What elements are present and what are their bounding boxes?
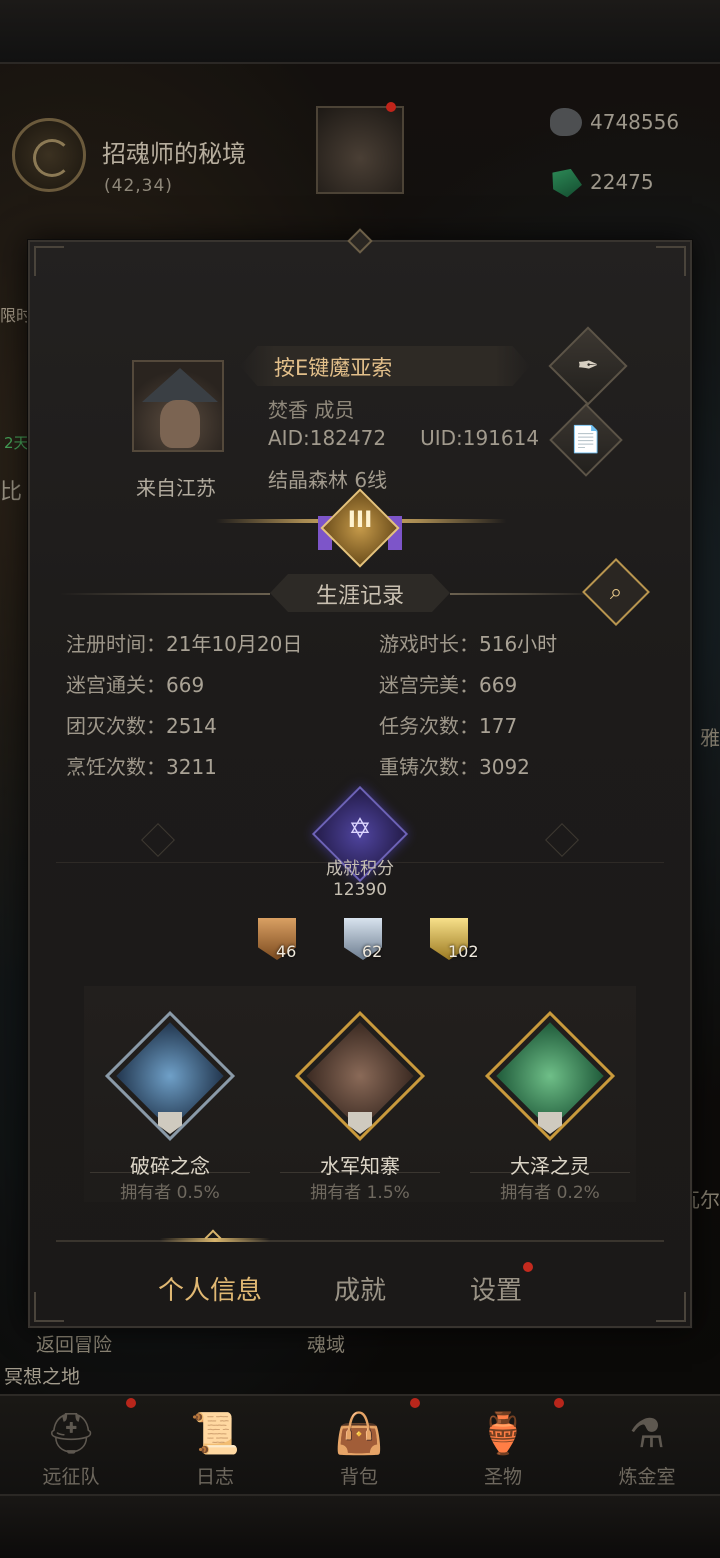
return-adventure-button[interactable]: 返回冒险 <box>36 1330 112 1357</box>
gem-icon <box>546 163 586 200</box>
trophy-owner-rate: 拥有者 0.2% <box>500 1183 600 1203</box>
currency-gem[interactable]: 22475 <box>550 164 690 204</box>
scroll-icon: 📜 <box>190 1411 240 1457</box>
soul-realm-label[interactable]: 魂域 <box>307 1330 345 1357</box>
medal-count: 102 <box>448 942 479 961</box>
player-ids: AID:182472 UID:191614 <box>268 426 539 450</box>
helmet-icon: ⛑ <box>45 1411 97 1457</box>
panel-corner <box>656 1292 686 1322</box>
trophy-shattered-thought[interactable] <box>104 1010 236 1142</box>
magnifier-icon: ⌕ <box>609 579 623 605</box>
nav-label: 背包 <box>339 1466 378 1488</box>
side-label-left[interactable]: 比 <box>0 474 22 506</box>
trophy-marsh-spirit[interactable] <box>484 1010 616 1142</box>
stat-register-date: 注册时间：21年10月20日 <box>66 632 303 656</box>
nav-journal[interactable]: 📜 日志 <box>170 1404 260 1490</box>
stat-maze-perfect: 迷宫完美：669 <box>379 673 518 697</box>
bronze-medal-icon[interactable]: 46 <box>258 918 298 962</box>
nav-expedition[interactable]: ⛑ 远征队 <box>26 1398 136 1490</box>
alchemy-icon: ⚗ <box>629 1411 665 1457</box>
notification-dot <box>410 1398 420 1408</box>
nav-label: 圣物 <box>483 1466 522 1488</box>
quill-icon: ✒ <box>577 351 599 381</box>
tab-settings[interactable]: 设置 <box>470 1270 522 1307</box>
top-frame <box>0 0 720 64</box>
gold-medal-icon[interactable]: 102 <box>430 918 479 962</box>
notification-dot <box>554 1398 564 1408</box>
career-title: 生涯记录 <box>315 584 404 609</box>
nav-alchemy[interactable]: ⚗ 炼金室 <box>602 1404 692 1490</box>
location-coordinates: (42,34) <box>104 176 173 196</box>
player-origin: 来自江苏 <box>136 476 216 500</box>
tabs-divider <box>56 1240 664 1242</box>
gem-amount: 22475 <box>590 170 654 194</box>
side-label-days: 2天 <box>4 434 29 452</box>
tab-personal-info[interactable]: 个人信息 <box>158 1270 262 1307</box>
panel-corner <box>34 246 64 276</box>
achievement-points-label: 成就积分 <box>326 859 394 879</box>
trophy-navy-fortress[interactable] <box>294 1010 426 1142</box>
location-name: 招魂师的秘境 <box>102 140 246 168</box>
rank-numeral: III <box>347 508 373 533</box>
trophy-owner-rate: 拥有者 0.5% <box>120 1183 220 1203</box>
document-icon: 📄 <box>569 425 603 455</box>
stat-team-wipes: 团灭次数：2514 <box>66 714 217 738</box>
nav-label: 炼金室 <box>618 1466 676 1488</box>
medal-count: 46 <box>276 942 297 961</box>
bottom-frame <box>0 1494 720 1558</box>
side-label-right-1[interactable]: 雅 <box>700 722 720 751</box>
trophy-name: 大泽之灵 <box>510 1154 590 1178</box>
triangle-star-icon: ✡ <box>348 812 372 845</box>
stat-quests: 任务次数：177 <box>379 714 518 738</box>
section-divider <box>450 593 600 595</box>
nav-label: 远征队 <box>42 1466 100 1488</box>
achievement-points-value: 12390 <box>332 880 388 900</box>
currency-stone[interactable]: 4748556 <box>550 104 690 144</box>
location-emblem-icon[interactable] <box>12 118 86 192</box>
stat-maze-clears: 迷宫通关：669 <box>66 673 205 697</box>
trophy-owner-rate: 拥有者 1.5% <box>310 1183 410 1203</box>
notification-dot <box>386 102 396 112</box>
section-divider <box>60 593 270 595</box>
stat-play-time: 游戏时长：516小时 <box>379 632 558 656</box>
meditation-place-label[interactable]: 冥想之地 <box>4 1362 80 1389</box>
notification-dot <box>523 1262 533 1272</box>
stat-cooking: 烹饪次数：3211 <box>66 755 217 779</box>
nav-label: 日志 <box>195 1466 234 1488</box>
trophy-name: 水军知寨 <box>320 1154 400 1178</box>
bag-icon: 👜 <box>334 1411 384 1457</box>
player-avatar[interactable] <box>132 360 224 452</box>
tab-achievements[interactable]: 成就 <box>334 1270 386 1307</box>
server-line: 结晶森林 6线 <box>268 468 388 492</box>
hero-portrait-top[interactable] <box>316 106 404 194</box>
silver-medal-icon[interactable]: 62 <box>344 918 384 962</box>
relic-icon: 🏺 <box>478 1411 528 1457</box>
uid-value: UID:191614 <box>420 426 540 450</box>
player-name: 按E键魔亚索 <box>274 356 393 380</box>
stat-reforge: 重铸次数：3092 <box>379 755 530 779</box>
stone-amount: 4748556 <box>590 110 680 134</box>
guild-membership: 焚香 成员 <box>268 398 355 422</box>
panel-corner <box>656 246 686 276</box>
notification-dot <box>126 1398 136 1408</box>
medal-count: 62 <box>362 942 383 961</box>
nav-relics[interactable]: 🏺 圣物 <box>458 1398 564 1490</box>
nav-backpack[interactable]: 👜 背包 <box>314 1398 420 1490</box>
stone-icon <box>550 108 582 136</box>
panel-corner <box>34 1292 64 1322</box>
trophy-name: 破碎之念 <box>130 1154 210 1178</box>
aid-value: AID:182472 <box>268 426 387 450</box>
